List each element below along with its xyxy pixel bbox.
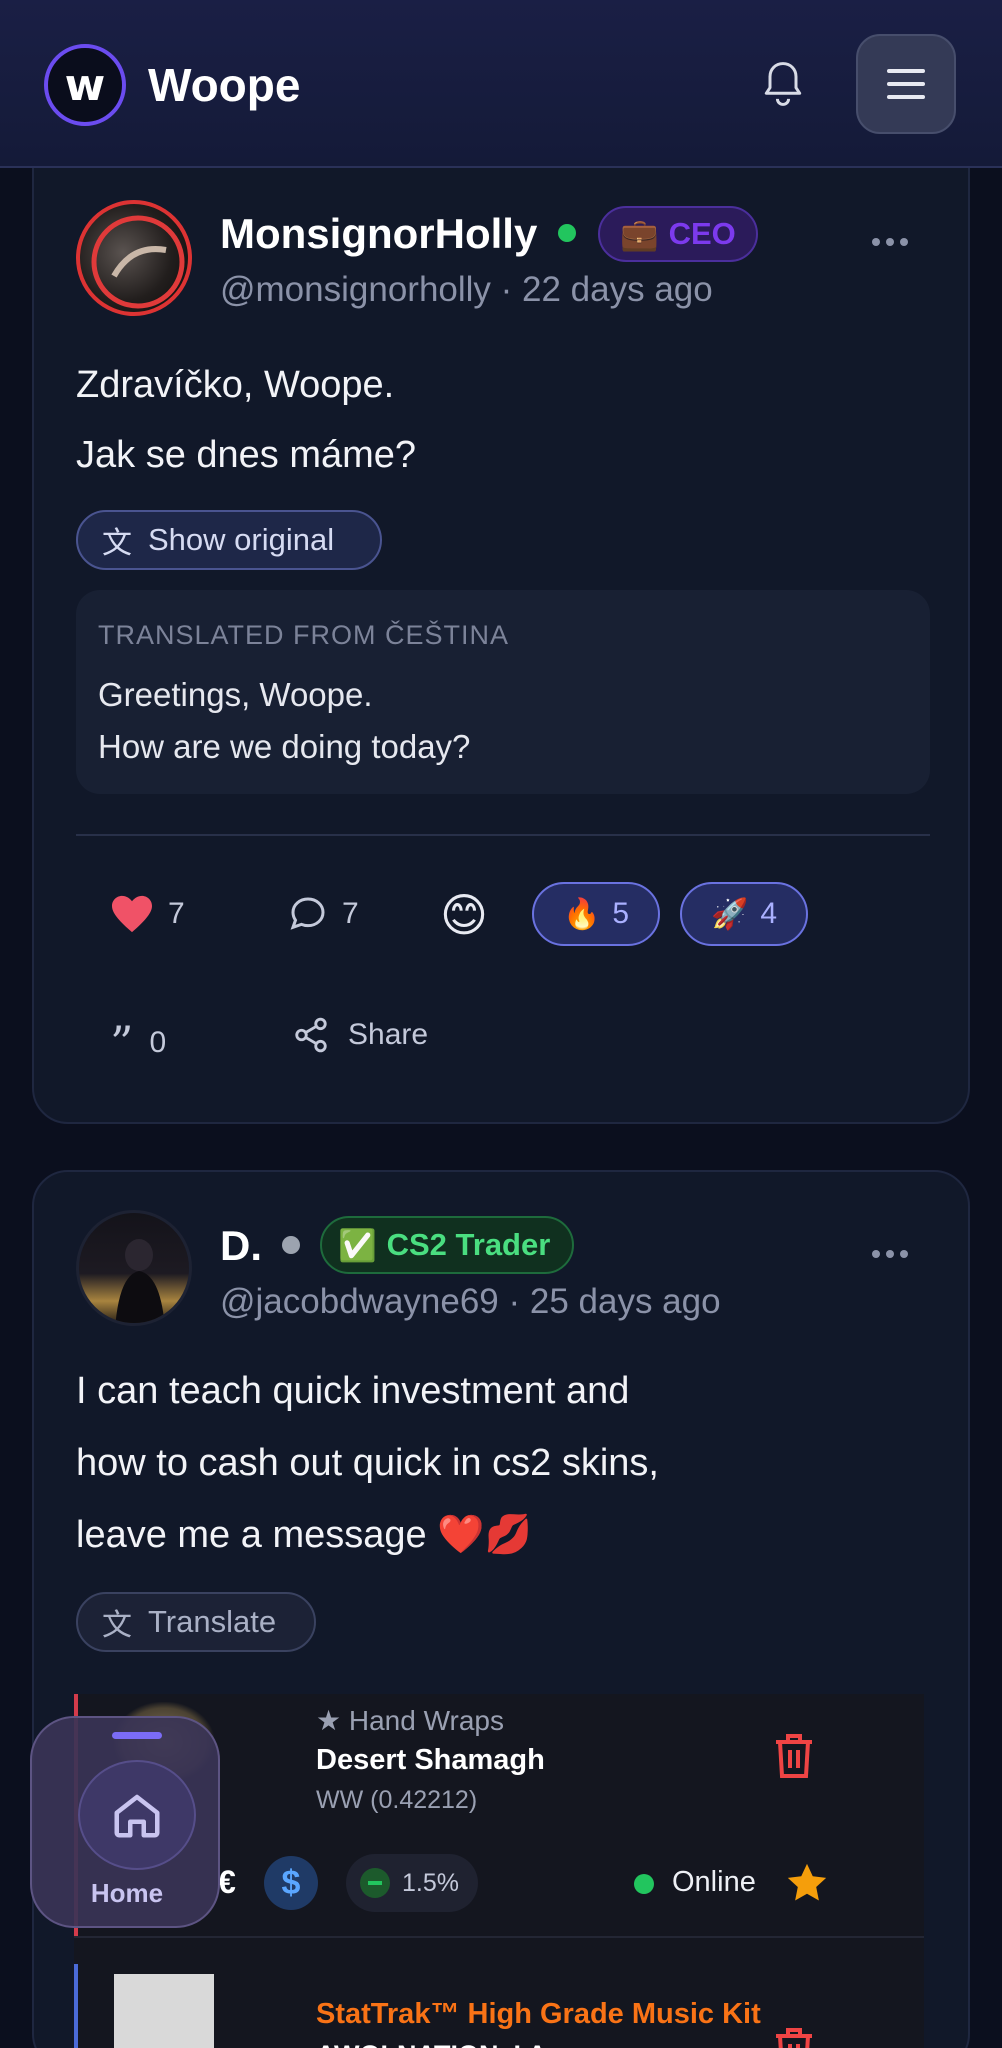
item-subname: AWOLNATION, I A... bbox=[316, 2040, 569, 2048]
trash-icon[interactable] bbox=[772, 2024, 816, 2048]
item-name: StatTrak™ High Grade Music Kit bbox=[316, 1998, 761, 2030]
divider bbox=[76, 834, 930, 836]
home-icon bbox=[114, 1794, 160, 1838]
post-text-line: I can teach quick investment and bbox=[76, 1370, 630, 1412]
item-wear: WW (0.42212) bbox=[316, 1786, 478, 1814]
home-nav-button[interactable]: Home bbox=[30, 1716, 220, 1928]
offline-status-dot bbox=[282, 1236, 300, 1254]
post-text-line: Zdravíčko, Woope. bbox=[76, 364, 395, 406]
translation-line: Greetings, Woope. bbox=[98, 676, 373, 713]
username[interactable]: D. bbox=[220, 1222, 262, 1270]
translation-line: How are we doing today? bbox=[98, 728, 471, 765]
avatar-image bbox=[91, 215, 185, 309]
checkmark-icon: ✅ bbox=[338, 1227, 377, 1263]
app-header: w Woope bbox=[0, 0, 1002, 168]
trash-icon[interactable] bbox=[772, 1730, 816, 1782]
home-icon-circle bbox=[78, 1760, 196, 1870]
avatar-image bbox=[115, 1239, 165, 1323]
minus-icon bbox=[360, 1868, 390, 1898]
home-label: Home bbox=[90, 1878, 164, 1908]
heart-icon bbox=[112, 895, 152, 933]
reaction-pill[interactable]: 🚀 4 bbox=[680, 882, 808, 946]
item-image bbox=[114, 1974, 214, 2048]
more-options-icon[interactable] bbox=[870, 1248, 910, 1260]
post-text-line: Jak se dnes máme? bbox=[76, 434, 417, 476]
show-original-button[interactable]: 文 Show original bbox=[76, 510, 382, 570]
translate-icon: 文 bbox=[102, 527, 132, 560]
dollar-icon: $ bbox=[264, 1856, 318, 1910]
trade-item[interactable]: StatTrak™ High Grade Music Kit AWOLNATIO… bbox=[74, 1964, 924, 2048]
quote-button[interactable]: ” 0 bbox=[110, 1016, 166, 1070]
app-name: Woope bbox=[148, 59, 301, 111]
translate-button[interactable]: 文 Translate bbox=[76, 1592, 316, 1652]
avatar[interactable] bbox=[76, 1210, 192, 1326]
share-button[interactable]: Share bbox=[292, 1016, 428, 1054]
comment-button[interactable]: 7 bbox=[288, 894, 359, 934]
post-card: MonsignorHolly 💼 CEO @monsignorholly · 2… bbox=[32, 150, 970, 1124]
add-reaction-button[interactable]: 😊 bbox=[440, 888, 488, 942]
online-status-dot bbox=[634, 1874, 654, 1894]
like-button[interactable]: 7 bbox=[110, 894, 185, 934]
translation-box: TRANSLATED FROM ČEŠTINA Greetings, Woope… bbox=[76, 590, 930, 794]
menu-button[interactable] bbox=[856, 34, 956, 134]
active-indicator bbox=[112, 1732, 162, 1739]
quote-icon: ” bbox=[110, 1016, 134, 1070]
share-icon bbox=[295, 1017, 327, 1053]
item-name: Desert Shamagh bbox=[316, 1744, 545, 1776]
seller-status: Online bbox=[672, 1866, 756, 1898]
app-logo[interactable]: w bbox=[44, 44, 126, 126]
more-options-icon[interactable] bbox=[870, 236, 910, 248]
hamburger-icon bbox=[887, 69, 925, 99]
fire-icon: 🔥 bbox=[562, 897, 601, 931]
role-badge: 💼 CEO bbox=[598, 206, 758, 262]
translate-icon: 文 bbox=[102, 1609, 132, 1642]
reaction-pill[interactable]: 🔥 5 bbox=[532, 882, 660, 946]
avatar[interactable] bbox=[76, 200, 192, 316]
star-icon[interactable] bbox=[784, 1860, 830, 1906]
post-text-line: leave me a message ❤️💋 bbox=[76, 1514, 532, 1556]
handle-and-time[interactable]: @jacobdwayne69 · 25 days ago bbox=[220, 1282, 721, 1322]
bell-icon[interactable] bbox=[760, 58, 806, 110]
translation-header: TRANSLATED FROM ČEŠTINA bbox=[98, 620, 510, 650]
role-badge: ✅ CS2 Trader bbox=[320, 1216, 575, 1274]
username[interactable]: MonsignorHolly bbox=[220, 210, 537, 258]
post-text-line: how to cash out quick in cs2 skins, bbox=[76, 1442, 659, 1484]
briefcase-icon: 💼 bbox=[620, 216, 659, 252]
handle-and-time[interactable]: @monsignorholly · 22 days ago bbox=[220, 270, 713, 310]
online-status-dot bbox=[558, 224, 576, 242]
comment-icon bbox=[290, 897, 325, 930]
divider bbox=[74, 1936, 924, 1938]
rocket-icon: 🚀 bbox=[710, 897, 749, 931]
item-category: ★ Hand Wraps bbox=[316, 1705, 504, 1736]
discount-badge: 1.5% bbox=[346, 1854, 478, 1912]
